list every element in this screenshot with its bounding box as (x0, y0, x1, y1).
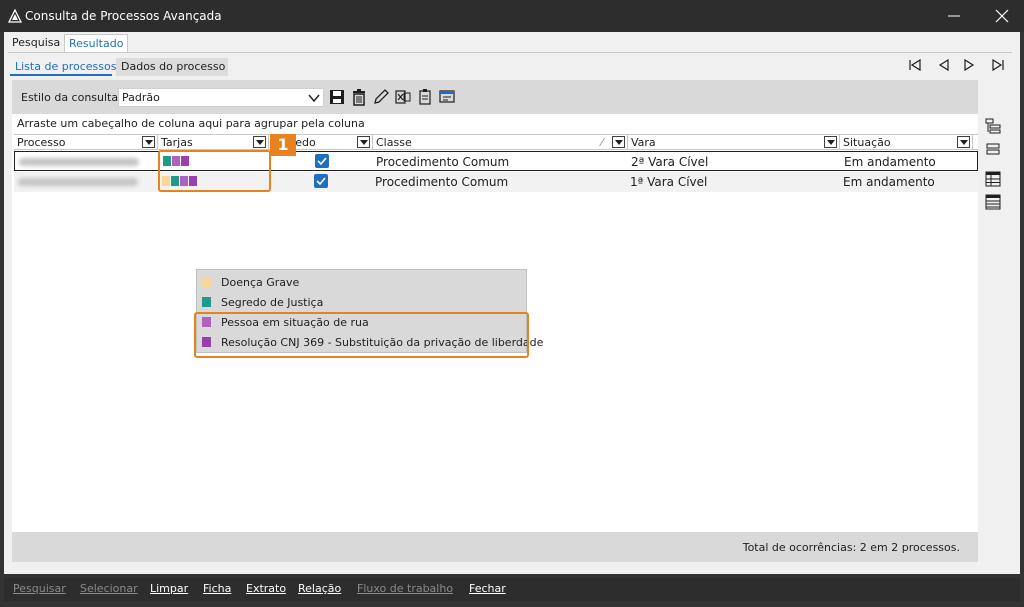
bottom-action-bar: Pesquisar Selecionar Limpar Ficha Extrat… (4, 578, 1020, 601)
group-hint: Arraste um cabeçalho de coluna aqui para… (17, 117, 365, 130)
results-grid: Arraste um cabeçalho de coluna aqui para… (12, 114, 978, 532)
close-button[interactable] (990, 6, 1014, 26)
cell-vara: 1ª Vara Cível (630, 175, 708, 189)
app-logo-icon (8, 9, 22, 23)
minimize-icon (948, 15, 960, 17)
tarjas-highlight (158, 150, 271, 192)
column-header-label: Situação (843, 136, 891, 149)
filter-dropdown-icon[interactable] (357, 136, 370, 148)
clipboard-icon (419, 89, 431, 105)
delete-icon (353, 89, 365, 106)
checkmark-icon (317, 157, 327, 166)
filter-dropdown-icon[interactable] (957, 136, 970, 148)
edit-icon (374, 89, 389, 104)
table-view-button[interactable] (984, 170, 1002, 188)
next-record-button[interactable] (961, 57, 977, 73)
grid-header: Processo Tarjas redo Classe ⁄ Vara Situaç… (14, 134, 978, 150)
legend-swatch (202, 297, 211, 307)
last-record-button[interactable] (990, 57, 1006, 73)
callout-badge: 1 (270, 134, 296, 156)
main-area: Pesquisa Resultado Lista de processos Da… (4, 32, 1020, 574)
previous-record-button[interactable] (936, 57, 952, 73)
tree-view-button[interactable] (984, 117, 1002, 135)
export-excel-icon (395, 90, 411, 104)
legend-label: Segredo de Justiça (221, 296, 324, 309)
list-view-button[interactable] (984, 193, 1002, 211)
cell-classe: Procedimento Comum (376, 155, 510, 169)
segredo-checkbox[interactable] (314, 174, 328, 188)
legend-item: Segredo de Justiça (197, 292, 526, 312)
tree-view-icon (985, 118, 1001, 134)
filter-dropdown-icon[interactable] (612, 136, 625, 148)
tab-pesquisa[interactable]: Pesquisa (8, 34, 64, 52)
title-bar: Consulta de Processos Avançada (0, 0, 1024, 32)
extrato-button[interactable]: Extrato (246, 582, 286, 595)
pesquisar-button[interactable]: Pesquisar (13, 582, 66, 595)
tab-resultado[interactable]: Resultado (64, 34, 129, 52)
column-header-label: Vara (631, 136, 656, 149)
collapse-icon (986, 143, 1000, 155)
delete-button[interactable] (350, 88, 368, 106)
cell-classe: Procedimento Comum (375, 175, 509, 189)
edit-button[interactable] (372, 88, 390, 106)
legend-highlight (194, 312, 529, 358)
processo-number-redacted (19, 158, 139, 166)
style-label: Estilo da consulta (21, 91, 119, 104)
first-record-icon (909, 58, 921, 72)
column-header-situacao[interactable]: Situação (840, 135, 973, 150)
column-header-label: Processo (17, 136, 66, 149)
subtab-dados-do-processo[interactable]: Dados do processo (116, 58, 228, 76)
list-view-icon (985, 194, 1001, 210)
checkmark-icon (316, 177, 326, 186)
save-icon (330, 90, 344, 104)
processo-number-redacted (18, 178, 138, 186)
segredo-checkbox[interactable] (315, 154, 329, 168)
relacao-button[interactable]: Relação (298, 582, 341, 595)
column-header-vara[interactable]: Vara (628, 135, 840, 150)
clipboard-button[interactable] (416, 88, 434, 106)
legend-label: Doença Grave (221, 276, 300, 289)
sort-indicator-icon: ⁄ (601, 136, 603, 149)
previous-record-icon (938, 58, 949, 72)
style-select-value: Padrão (122, 91, 160, 104)
table-view-icon (985, 171, 1001, 187)
close-icon (995, 9, 1009, 23)
selecionar-button[interactable]: Selecionar (80, 582, 138, 595)
legend-item: Doença Grave (197, 272, 526, 292)
column-header-tarjas[interactable]: Tarjas (158, 135, 269, 150)
first-record-button[interactable] (907, 57, 923, 73)
column-header-processo[interactable]: Processo (14, 135, 158, 150)
tabs-divider (8, 52, 1012, 53)
collapse-button[interactable] (984, 140, 1002, 158)
filter-dropdown-icon[interactable] (142, 136, 155, 148)
fechar-button[interactable]: Fechar (469, 582, 506, 595)
export-excel-button[interactable] (394, 88, 412, 106)
ficha-button[interactable]: Ficha (203, 582, 231, 595)
limpar-button[interactable]: Limpar (150, 582, 188, 595)
filter-dropdown-icon[interactable] (253, 136, 266, 148)
column-header-label: Classe (376, 136, 412, 149)
column-header-classe[interactable]: Classe ⁄ (373, 135, 628, 150)
cell-situacao: Em andamento (844, 155, 936, 169)
minimize-button[interactable] (942, 6, 966, 26)
results-panel: Estilo da consulta Padrão Arraste um cab… (12, 80, 978, 562)
subtab-lista-de-processos[interactable]: Lista de processos (10, 58, 116, 76)
filter-dropdown-icon[interactable] (824, 136, 837, 148)
settings-window-button[interactable] (438, 88, 456, 106)
legend-swatch (202, 277, 211, 287)
style-select[interactable]: Padrão (118, 88, 324, 107)
window-title: Consulta de Processos Avançada (25, 9, 222, 23)
next-record-icon (964, 58, 975, 72)
last-record-icon (992, 58, 1004, 72)
fluxo-de-trabalho-button[interactable]: Fluxo de trabalho (357, 582, 453, 595)
total-occurrences: Total de ocorrências: 2 em 2 processos. (742, 541, 960, 554)
column-header-label: Tarjas (161, 136, 193, 149)
cell-vara: 2ª Vara Cível (631, 155, 709, 169)
cell-situacao: Em andamento (843, 175, 935, 189)
save-button[interactable] (328, 88, 346, 106)
settings-window-icon (439, 90, 455, 103)
chevron-down-icon (308, 94, 320, 103)
